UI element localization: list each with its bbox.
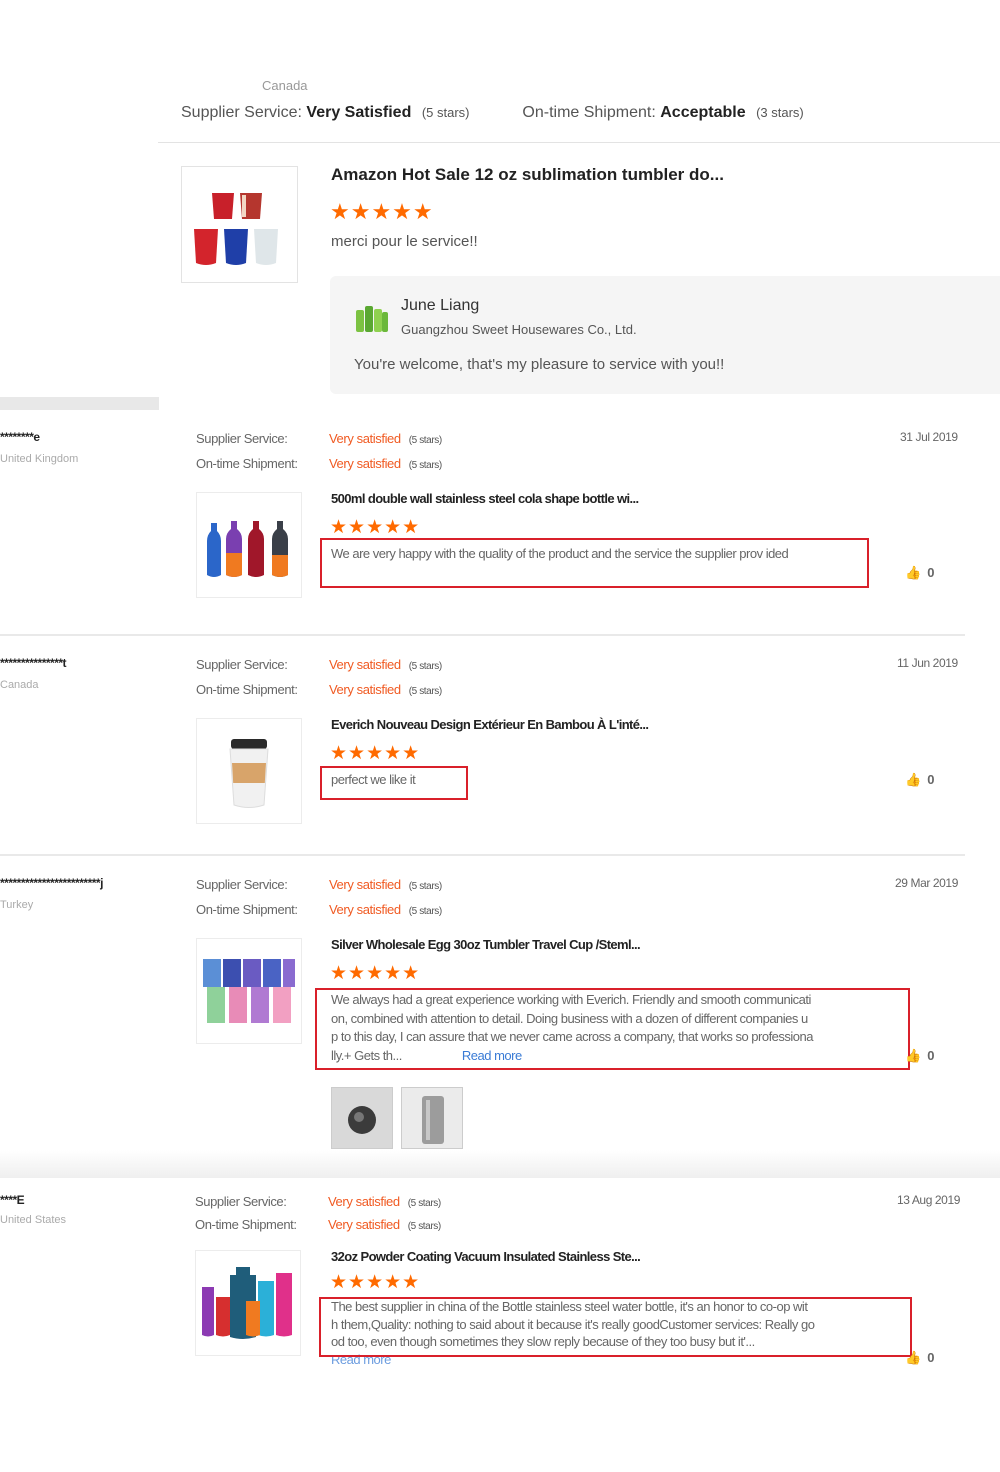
product-thumbnail[interactable]	[196, 492, 302, 598]
shipment-label: On-time Shipment:	[196, 902, 298, 917]
product-title[interactable]: 500ml double wall stainless steel cola s…	[331, 491, 639, 506]
review-date: 29 Mar 2019	[895, 876, 958, 890]
review-separator	[0, 854, 965, 856]
supplier-service-label: Supplier Service:	[196, 657, 288, 672]
buyer-name: ***************t	[0, 656, 67, 670]
review-comment: merci pour le service!!	[331, 233, 478, 250]
section-divider	[0, 397, 159, 410]
product-title[interactable]: Everich Nouveau Design Extérieur En Bamb…	[331, 717, 649, 732]
like-button[interactable]: 👍 0	[905, 1048, 934, 1064]
shipment-label: On-time Shipment:	[522, 104, 656, 121]
tumbler-photo	[402, 1088, 462, 1148]
review-separator	[0, 634, 965, 636]
supplier-service-label: Supplier Service:	[196, 877, 288, 892]
shipment-stars: (3 stars)	[756, 105, 804, 120]
like-button[interactable]: 👍 0	[905, 772, 934, 788]
like-count: 0	[927, 565, 935, 580]
shipment-label: On-time Shipment:	[196, 456, 298, 471]
supplier-reply-name: June Liang	[401, 297, 480, 314]
product-thumbnail[interactable]	[196, 938, 302, 1044]
rating-stars: ★★★★★	[330, 199, 434, 224]
buyer-country: United States	[0, 1214, 67, 1226]
shipment-label: On-time Shipment:	[195, 1217, 297, 1232]
rating-stars: ★★★★★	[330, 1272, 421, 1293]
review-date: 31 Jul 2019	[900, 430, 958, 444]
product-thumbnail[interactable]	[195, 1250, 301, 1356]
buyer-name: ********e	[0, 430, 40, 444]
like-button[interactable]: 👍 0	[905, 1350, 934, 1366]
highlight-box	[319, 1297, 912, 1357]
thumbs-up-icon: 👍	[905, 1350, 922, 1365]
supplier-service-value: Very satisfied (5 stars)	[329, 657, 442, 672]
supplier-service-stars: (5 stars)	[421, 105, 470, 120]
supplier-service-value: Very satisfied (5 stars)	[329, 877, 442, 892]
buyer-name: ****E	[0, 1193, 25, 1207]
like-count: 0	[927, 1350, 935, 1365]
supplier-service-label: Supplier Service:	[195, 1194, 287, 1209]
like-button[interactable]: 👍 0	[905, 565, 934, 581]
supplier-logo	[354, 300, 390, 336]
supplier-service-label: Supplier Service:	[196, 431, 288, 446]
shipment-value: Very satisfied (5 stars)	[329, 456, 442, 471]
highlight-box	[315, 988, 910, 1070]
shipment-label: On-time Shipment:	[196, 682, 298, 697]
like-count: 0	[927, 772, 935, 787]
thumbs-up-icon: 👍	[905, 772, 922, 787]
review-date: 11 Jun 2019	[897, 656, 958, 670]
product-title[interactable]: Amazon Hot Sale 12 oz sublimation tumble…	[331, 165, 724, 185]
rating-stars: ★★★★★	[330, 743, 421, 764]
lid-photo	[332, 1088, 392, 1148]
buyer-name: ************************j	[0, 876, 103, 890]
shipment-value: Acceptable	[660, 104, 746, 121]
buyer-country: Canada	[262, 78, 308, 93]
tumbler-set-image	[194, 193, 278, 265]
supplier-reply-company: Guangzhou Sweet Housewares Co., Ltd.	[401, 322, 637, 337]
review-photo[interactable]	[401, 1087, 463, 1149]
buyer-country: Canada	[0, 679, 39, 691]
supplier-service-value: Very satisfied (5 stars)	[328, 1194, 441, 1209]
section-divider	[0, 1150, 1000, 1178]
supplier-service-value: Very Satisfied	[306, 104, 412, 121]
product-title[interactable]: 32oz Powder Coating Vacuum Insulated Sta…	[331, 1249, 641, 1264]
rating-stars: ★★★★★	[330, 517, 421, 538]
supplier-service-label: Supplier Service:	[181, 104, 302, 121]
shipment-value: Very satisfied (5 stars)	[329, 902, 442, 917]
product-title[interactable]: Silver Wholesale Egg 30oz Tumbler Travel…	[331, 937, 641, 952]
divider	[158, 142, 1000, 143]
highlight-box	[320, 538, 869, 588]
rating-stars: ★★★★★	[330, 963, 421, 984]
like-count: 0	[927, 1048, 935, 1063]
thumbs-up-icon: 👍	[905, 1048, 922, 1063]
water-bottle-set-image	[202, 1267, 292, 1339]
supplier-service-value: Very satisfied (5 stars)	[329, 431, 442, 446]
thumbs-up-icon: 👍	[905, 565, 922, 580]
top-ratings-row: Supplier Service: Very Satisfied (5 star…	[181, 104, 804, 122]
bamboo-cup-image	[229, 739, 269, 808]
tumbler-colors-image	[203, 959, 295, 1023]
bottle-set-image	[207, 521, 288, 577]
buyer-country: Turkey	[0, 899, 34, 911]
review-photo[interactable]	[331, 1087, 393, 1149]
shipment-value: Very satisfied (5 stars)	[328, 1217, 441, 1232]
supplier-reply-text: You're welcome, that's my pleasure to se…	[354, 356, 725, 373]
buyer-country: United Kingdom	[0, 453, 79, 465]
shipment-value: Very satisfied (5 stars)	[329, 682, 442, 697]
product-thumbnail[interactable]	[181, 166, 298, 283]
product-thumbnail[interactable]	[196, 718, 302, 824]
review-date: 13 Aug 2019	[897, 1193, 961, 1207]
highlight-box	[320, 766, 468, 800]
